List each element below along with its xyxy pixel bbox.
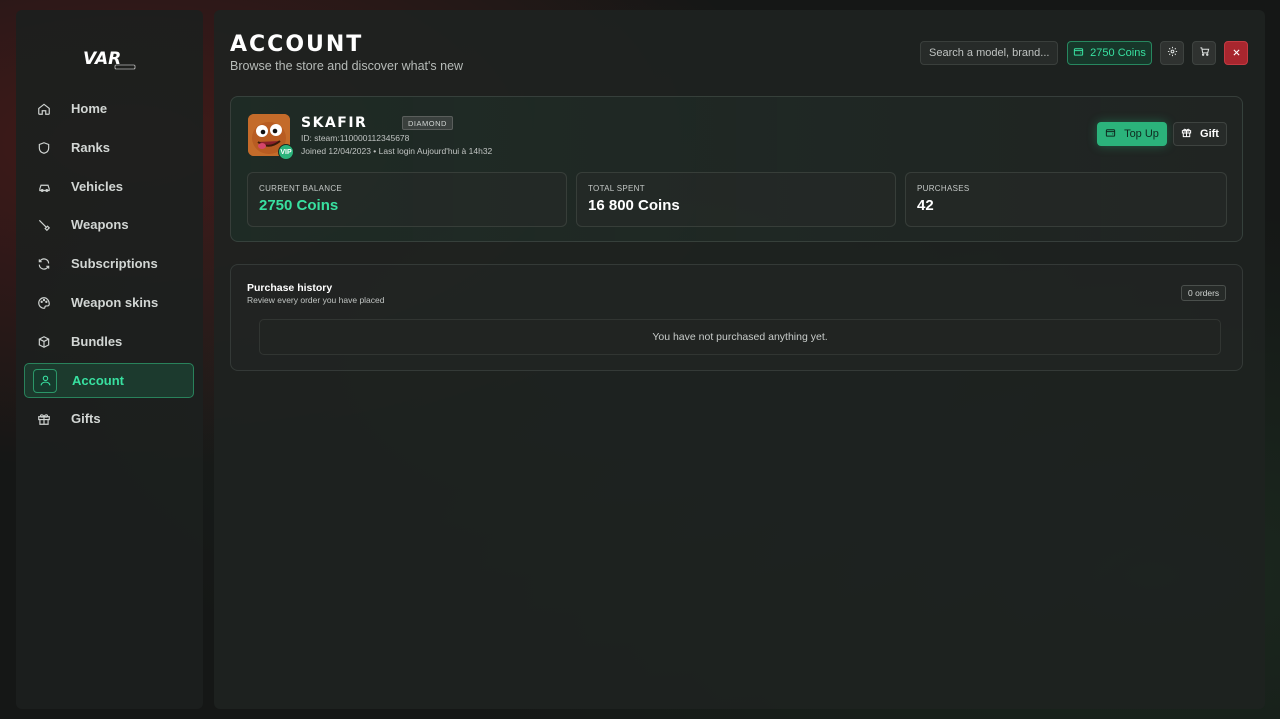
page-subtitle: Browse the store and discover what's new — [230, 59, 464, 73]
sidebar-item-weapon-skins[interactable]: Weapon skins — [24, 285, 194, 320]
sidebar-item-ranks[interactable]: Ranks — [24, 130, 194, 165]
user-joined-info: Joined 12/04/2023 • Last login Aujourd'h… — [301, 146, 493, 156]
stat-label: TOTAL SPENT — [588, 184, 645, 193]
sidebar-item-label: Vehicles — [71, 179, 124, 194]
sidebar-item-label: Home — [71, 101, 108, 116]
user-icon — [33, 368, 57, 393]
sidebar-item-vehicles[interactable]: Vehicles — [24, 169, 194, 204]
stat-total-spent: TOTAL SPENT 16 800 Coins — [576, 172, 896, 227]
sidebar-item-account[interactable]: Account — [24, 363, 194, 398]
profile-card: VIP SKAFIR DIAMOND ID: steam:11000011234… — [230, 96, 1243, 242]
sidebar-item-gifts[interactable]: Gifts — [24, 401, 194, 436]
wallet-icon — [1105, 127, 1116, 141]
sidebar-item-label: Account — [72, 373, 124, 388]
cart-icon — [1199, 44, 1210, 62]
sidebar-item-label: Weapon skins — [71, 295, 159, 310]
box-icon — [32, 330, 56, 354]
stat-current-balance: CURRENT BALANCE 2750 Coins — [247, 172, 567, 227]
purchase-history-subtitle: Review every order you have placed — [247, 295, 385, 305]
stat-label: PURCHASES — [917, 184, 970, 193]
close-icon — [1232, 44, 1241, 62]
sidebar: VAR Home Ranks Vehicles Weapons Subscrip… — [16, 10, 203, 709]
palette-icon — [32, 291, 56, 315]
coins-balance-button[interactable]: 2750 Coins — [1067, 41, 1152, 65]
stat-value: 16 800 Coins — [588, 197, 680, 214]
sidebar-item-label: Bundles — [71, 334, 123, 349]
sidebar-item-bundles[interactable]: Bundles — [24, 324, 194, 359]
close-button[interactable] — [1224, 41, 1248, 65]
home-icon — [32, 97, 56, 121]
cart-button[interactable] — [1192, 41, 1216, 65]
stat-value: 2750 Coins — [259, 197, 339, 214]
empty-state-message: You have not purchased anything yet. — [652, 331, 828, 343]
purchase-history-title: Purchase history — [247, 282, 333, 294]
sidebar-item-subscriptions[interactable]: Subscriptions — [24, 246, 194, 281]
knife-icon — [32, 213, 56, 237]
refresh-icon — [32, 252, 56, 276]
sidebar-item-label: Ranks — [71, 140, 111, 155]
top-up-label: Top Up — [1124, 128, 1159, 140]
shield-icon — [32, 136, 56, 160]
brand-logo: VAR — [83, 46, 137, 72]
wallet-icon — [1073, 46, 1084, 60]
orders-count-badge: 0 orders — [1181, 285, 1227, 301]
sidebar-item-label: Weapons — [71, 217, 129, 232]
purchase-history-card: Purchase history Review every order you … — [230, 264, 1243, 371]
stat-purchases: PURCHASES 42 — [905, 172, 1227, 227]
svg-text:VAR: VAR — [83, 49, 121, 69]
gear-icon — [1167, 44, 1178, 62]
stat-label: CURRENT BALANCE — [259, 184, 343, 193]
top-up-button[interactable]: Top Up — [1097, 122, 1167, 146]
rank-badge: DIAMOND — [402, 116, 453, 130]
vip-badge: VIP — [278, 144, 294, 160]
gift-icon — [32, 407, 56, 431]
sidebar-item-label: Subscriptions — [71, 256, 158, 271]
username: SKAFIR — [301, 115, 368, 131]
main-panel: ACCOUNT Browse the store and discover wh… — [214, 10, 1265, 709]
gift-icon — [1181, 127, 1192, 141]
empty-state: You have not purchased anything yet. — [259, 319, 1221, 355]
stat-value: 42 — [917, 197, 934, 214]
car-icon — [32, 175, 56, 199]
settings-button[interactable] — [1160, 41, 1184, 65]
sidebar-item-label: Gifts — [71, 411, 101, 426]
sidebar-item-weapons[interactable]: Weapons — [24, 207, 194, 242]
user-steam-id: ID: steam:110000112345678 — [301, 133, 410, 143]
gift-label: Gift — [1200, 128, 1219, 140]
search-input[interactable] — [920, 41, 1058, 65]
page-title: ACCOUNT — [230, 32, 364, 57]
coins-balance-label: 2750 Coins — [1090, 47, 1146, 59]
sidebar-item-home[interactable]: Home — [24, 91, 194, 126]
gift-button[interactable]: Gift — [1173, 122, 1227, 146]
